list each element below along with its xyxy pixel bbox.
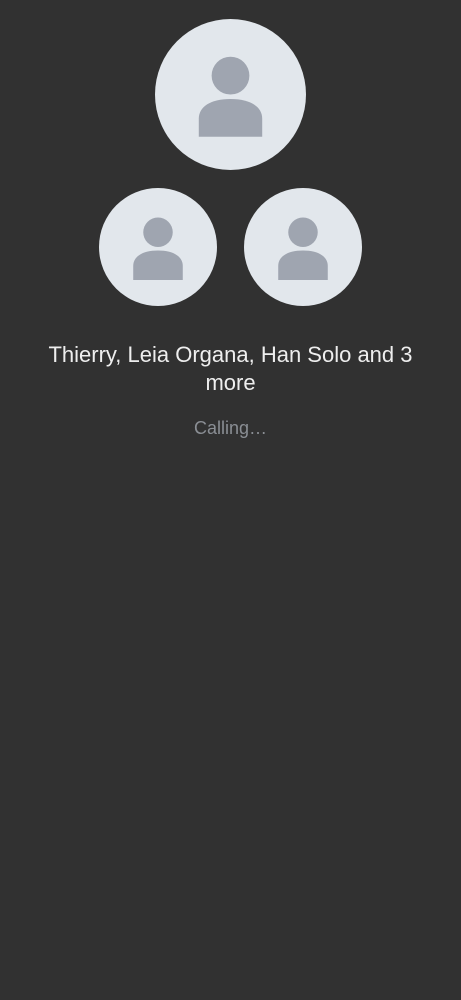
person-icon <box>198 56 263 137</box>
call-screen: Thierry, Leia Organa, Han Solo and 3 mor… <box>0 0 461 1000</box>
person-icon <box>278 217 328 281</box>
secondary-avatar-left <box>99 188 217 306</box>
call-status: Calling… <box>193 418 268 438</box>
secondary-avatar-right <box>244 188 362 306</box>
person-icon <box>133 217 183 281</box>
main-avatar <box>155 19 306 170</box>
participants-label: Thierry, Leia Organa, Han Solo and 3 mor… <box>48 342 413 395</box>
